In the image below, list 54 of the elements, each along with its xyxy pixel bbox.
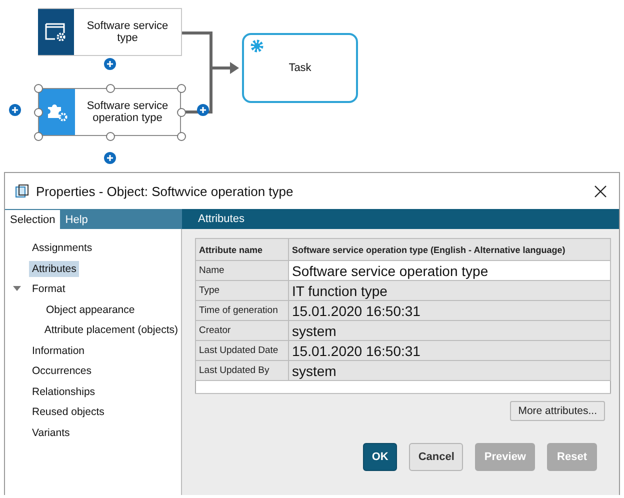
table-cell: Type <box>196 280 288 300</box>
tree-item[interactable]: Format <box>29 281 68 298</box>
window-title: Properties - Object: Softwvice operation type <box>36 184 294 198</box>
tab[interactable]: Selection <box>5 210 60 229</box>
properties-icon <box>15 184 29 198</box>
value-field[interactable]: Software service operation type <box>288 260 610 280</box>
node-label: Task <box>288 62 312 74</box>
table-cell: Time of generation <box>196 300 288 320</box>
table-cell: Name <box>196 260 288 280</box>
more-attributes-button[interactable]: More attributes... <box>510 401 605 421</box>
resize-handle[interactable] <box>34 108 43 117</box>
expanded-arrow-icon[interactable] <box>13 286 21 292</box>
dialog-button[interactable]: OK <box>362 443 398 471</box>
task-node[interactable]: Task <box>242 33 358 103</box>
table-cell: 15.01.2020 16:50:31 <box>288 340 610 360</box>
column-header: Software service operation type (English - Alternative language) <box>288 238 610 260</box>
column-header: Attribute name <box>196 238 288 260</box>
tree-item[interactable]: Attribute placement (objects) <box>41 322 181 338</box>
table-cell: Last Updated By <box>196 360 288 380</box>
table-cell: system <box>288 360 610 380</box>
object-node[interactable]: Software service type <box>38 8 182 56</box>
add-button[interactable] <box>104 58 116 70</box>
resize-handle[interactable] <box>106 84 114 93</box>
dialog-button[interactable]: Cancel <box>409 443 464 471</box>
add-button[interactable] <box>197 104 209 116</box>
resize-handle[interactable] <box>34 84 43 93</box>
add-button[interactable] <box>9 104 21 116</box>
table-cell: system <box>288 320 610 340</box>
tree-item[interactable]: Reused objects <box>29 404 108 420</box>
table-cell: Last Updated Date <box>196 340 288 360</box>
resize-handle[interactable] <box>34 132 43 141</box>
close-button[interactable] <box>592 182 609 200</box>
tree-item[interactable]: Occurrences <box>29 363 95 380</box>
resize-handle[interactable] <box>177 108 186 117</box>
puzzle-gear-icon <box>46 102 68 122</box>
add-button[interactable] <box>104 152 116 164</box>
gear-icon <box>250 39 264 53</box>
node-label: Software service operation type <box>86 99 170 126</box>
table-cell: 15.01.2020 16:50:31 <box>288 300 610 320</box>
resize-handle[interactable] <box>177 132 186 141</box>
panel-title: Attributes <box>198 213 244 225</box>
tree-item[interactable]: Attributes <box>29 260 80 277</box>
tree-item[interactable]: Assignments <box>29 240 96 256</box>
tree-item[interactable]: Object appearance <box>43 302 138 318</box>
node-label: Software service type <box>86 19 170 46</box>
object-node[interactable]: Software service operation type <box>38 88 181 136</box>
resize-handle[interactable] <box>177 84 186 93</box>
table-cell: IT function type <box>288 280 610 300</box>
table-cell: Creator <box>196 320 288 340</box>
tab[interactable]: Help <box>60 210 93 229</box>
tree-item[interactable]: Information <box>29 342 88 359</box>
tree-item[interactable]: Relationships <box>29 384 98 400</box>
tree-item[interactable]: Variants <box>29 424 73 441</box>
window-gear-icon <box>45 23 67 41</box>
